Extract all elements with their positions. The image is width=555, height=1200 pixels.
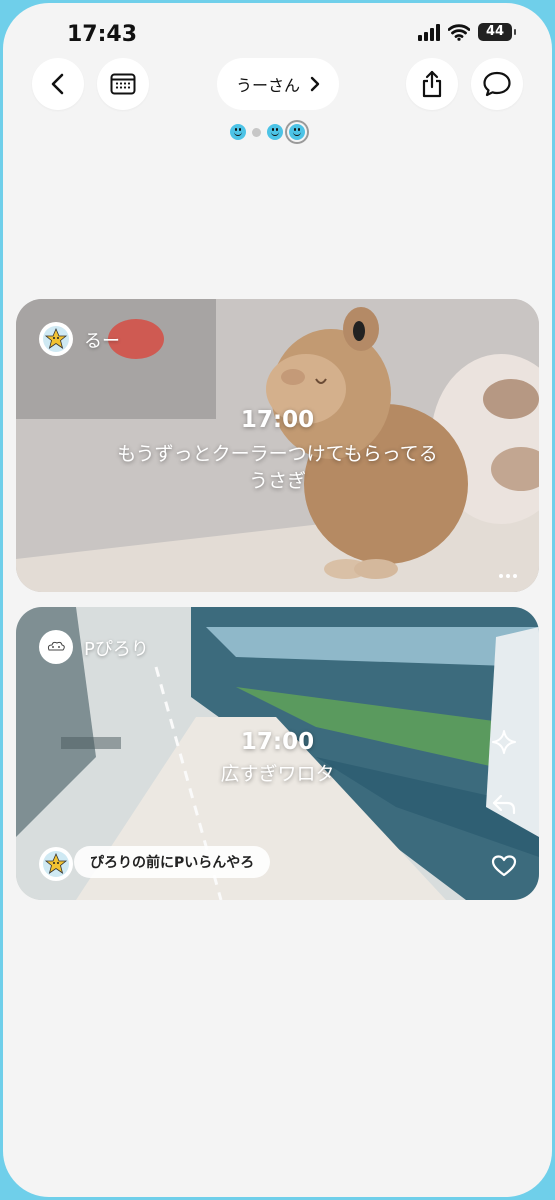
speech-bubble-icon — [483, 71, 511, 97]
app-screen: 17:43 44 うーさん るー 17:00 もうずっとクーラーつけてもらってる… — [3, 3, 552, 1197]
page-indicator — [230, 124, 305, 140]
post-username[interactable]: るー — [84, 327, 120, 353]
group-title: うーさん — [235, 76, 300, 95]
wifi-icon — [448, 23, 470, 41]
page-dot-smiley-selected-icon[interactable] — [289, 124, 305, 140]
back-button[interactable] — [32, 58, 84, 110]
battery-indicator: 44 — [478, 23, 516, 41]
more-options-button[interactable] — [499, 574, 517, 578]
chevron-left-icon — [51, 73, 64, 95]
more-dots-icon — [513, 574, 517, 578]
chevron-right-icon — [310, 76, 320, 92]
reply-comment[interactable]: ぴろりの前にPいらんやろ — [74, 846, 271, 878]
more-dots-icon — [499, 574, 503, 578]
star-mascot-icon — [43, 326, 69, 352]
post-card[interactable]: Pぴろり 17:00 広すぎワロタ ぴろりの前にPいらんやろ — [16, 607, 539, 900]
group-title-button[interactable]: うーさん — [217, 58, 339, 110]
post-caption-line: 広すぎワロタ — [220, 763, 335, 785]
calendar-icon — [110, 73, 136, 95]
reply-arrow-icon — [492, 794, 516, 815]
page-dot-smiley-icon[interactable] — [230, 124, 246, 140]
post-caption-line: うさぎ — [248, 470, 306, 492]
comment-button[interactable] — [471, 58, 523, 110]
page-dot-smiley-icon[interactable] — [267, 124, 283, 140]
post-username[interactable]: Pぴろり — [84, 635, 149, 661]
cloud-mascot-icon — [43, 634, 69, 660]
share-icon — [422, 70, 442, 98]
status-time: 17:43 — [67, 22, 138, 47]
heart-icon — [491, 855, 517, 877]
reply-avatar[interactable] — [39, 847, 73, 881]
like-button[interactable] — [489, 851, 519, 881]
avatar[interactable] — [39, 322, 73, 356]
reply-button[interactable] — [489, 789, 519, 819]
status-icons: 44 — [418, 23, 516, 41]
avatar[interactable] — [39, 630, 73, 664]
signal-icon — [418, 23, 440, 41]
star-mascot-icon — [43, 851, 69, 877]
post-time: 17:00 — [240, 407, 315, 433]
calendar-button[interactable] — [97, 58, 149, 110]
sparkle-icon — [492, 730, 516, 754]
post-time: 17:00 — [240, 729, 315, 755]
share-button[interactable] — [406, 58, 458, 110]
post-card[interactable]: るー 17:00 もうずっとクーラーつけてもらってる うさぎ — [16, 299, 539, 592]
sparkle-button[interactable] — [489, 727, 519, 757]
more-dots-icon — [506, 574, 510, 578]
page-dot[interactable] — [252, 127, 261, 137]
post-caption-line: もうずっとクーラーつけてもらってる — [117, 443, 438, 465]
